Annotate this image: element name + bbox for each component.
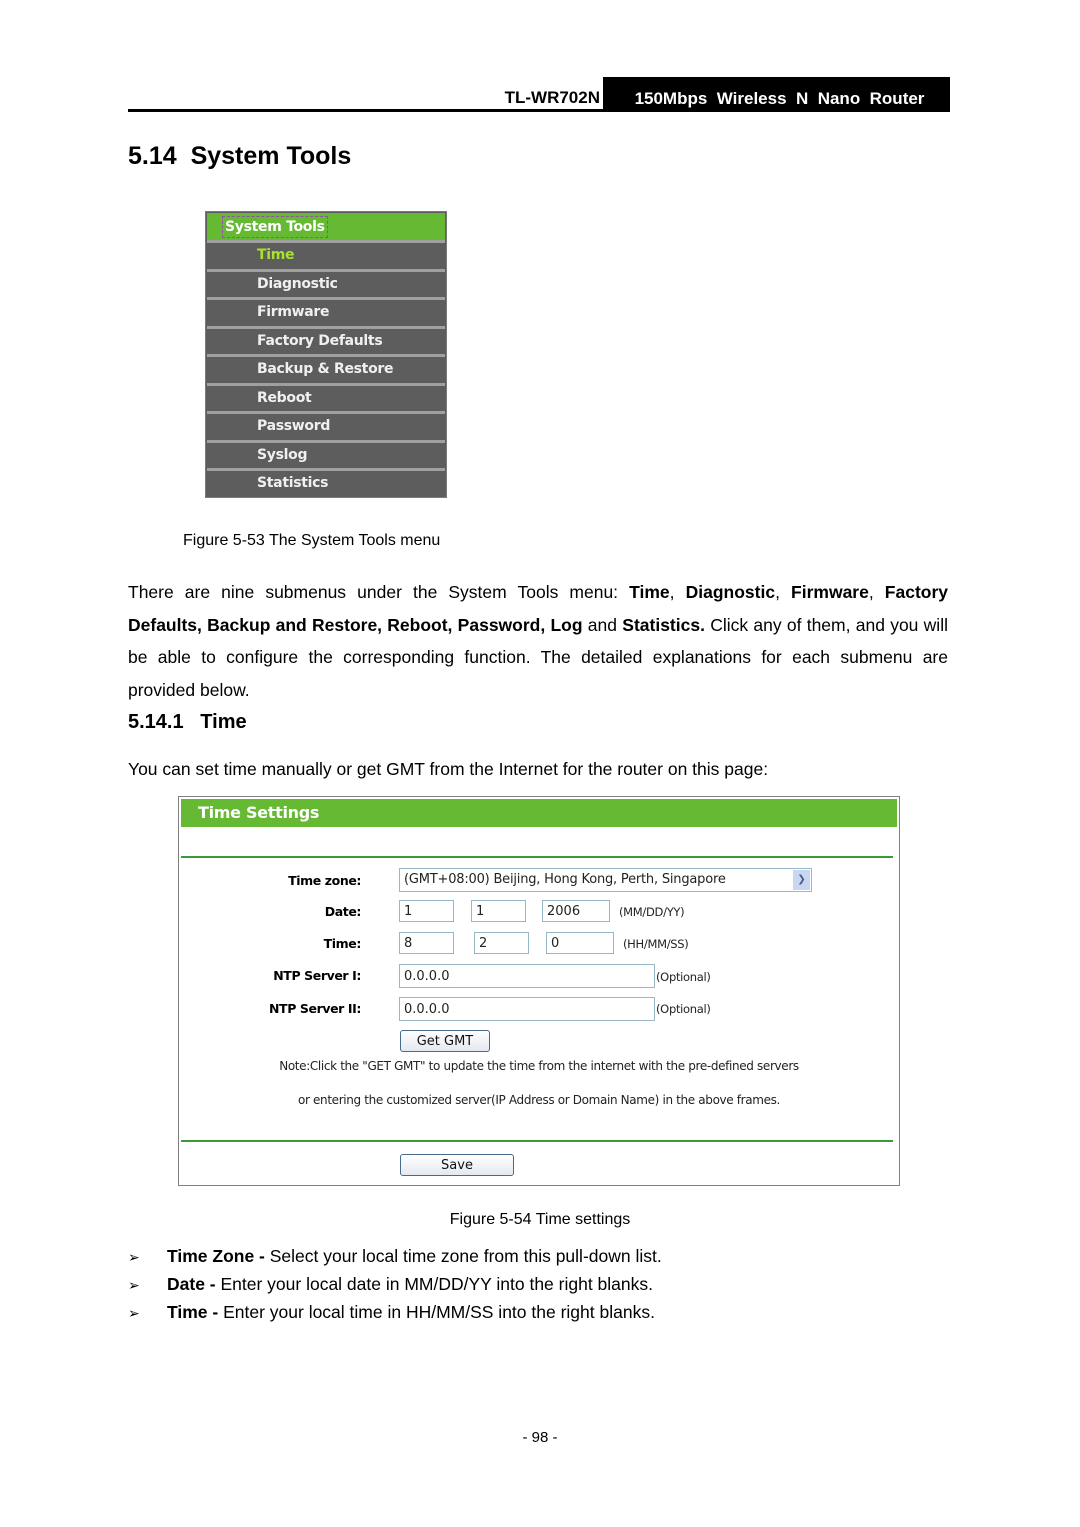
intro-term: Time bbox=[629, 582, 670, 602]
intro-text: There are nine submenus under the System… bbox=[128, 582, 630, 602]
date-day-input[interactable] bbox=[471, 900, 526, 922]
panel-divider-top bbox=[181, 856, 893, 858]
panel-divider-bottom bbox=[181, 1140, 893, 1142]
bullet-term: Time Zone - bbox=[167, 1246, 270, 1266]
menu-item-firmware[interactable]: Firmware bbox=[207, 297, 445, 326]
time-zone-value: (GMT+08:00) Beijing, Hong Kong, Perth, S… bbox=[404, 872, 726, 887]
intro-term: Diagnostic bbox=[685, 582, 776, 602]
ntp-server-2-optional: (Optional) bbox=[656, 1002, 711, 1016]
date-year-input[interactable] bbox=[542, 900, 610, 922]
header-model: TL-WR702N bbox=[504, 88, 600, 107]
time-zone-label: Time zone: bbox=[288, 873, 361, 888]
bullet-time-zone: ➢ Time Zone - Select your local time zone… bbox=[128, 1246, 662, 1267]
section-number: 5.14 bbox=[128, 142, 177, 170]
time-minute-input[interactable] bbox=[474, 932, 529, 954]
chevron-down-icon[interactable]: ❯ bbox=[793, 870, 810, 890]
menu-item-statistics[interactable]: Statistics bbox=[207, 468, 445, 497]
section-title: System Tools bbox=[190, 142, 352, 170]
intro-text: , bbox=[868, 582, 885, 602]
menu-item-reboot[interactable]: Reboot bbox=[207, 383, 445, 412]
ntp-server-2-input[interactable] bbox=[399, 997, 655, 1021]
subsection-title: Time bbox=[200, 711, 247, 733]
panel-title: Time Settings bbox=[181, 799, 897, 827]
time-intro: You can set time manually or get GMT fro… bbox=[128, 759, 769, 779]
bullet-term: Date - bbox=[167, 1274, 221, 1294]
menu-item-backup-restore[interactable]: Backup & Restore bbox=[207, 354, 445, 383]
bullet-date: ➢ Date - Enter your local date in MM/DD/Y… bbox=[128, 1274, 653, 1295]
ntp-server-1-input[interactable] bbox=[399, 964, 655, 988]
note-line-2: or entering the customized server(IP Add… bbox=[297, 1093, 781, 1107]
menu-item-factory-defaults[interactable]: Factory Defaults bbox=[207, 326, 445, 355]
time-format-hint: (HH/MM/SS) bbox=[623, 937, 689, 951]
intro-term: Statistics. bbox=[622, 614, 705, 635]
menu-header[interactable]: System Tools bbox=[207, 213, 445, 241]
arrow-bullet-icon: ➢ bbox=[128, 1249, 140, 1265]
time-second-input[interactable] bbox=[546, 932, 614, 954]
bullet-text: Select your local time zone from this pu… bbox=[269, 1246, 662, 1266]
date-format-hint: (MM/DD/YY) bbox=[619, 905, 685, 919]
intro-paragraph: There are nine submenus under the System… bbox=[128, 576, 948, 706]
menu-item-password[interactable]: Password bbox=[207, 411, 445, 440]
date-month-input[interactable] bbox=[399, 900, 454, 922]
header-product: 150Mbps Wireless N Nano Router bbox=[603, 77, 950, 111]
time-hour-input[interactable] bbox=[399, 932, 454, 954]
arrow-bullet-icon: ➢ bbox=[128, 1305, 140, 1321]
figure-54-caption: Figure 5-54 Time settings bbox=[449, 1211, 631, 1228]
header-product-label: 150Mbps Wireless N Nano Router bbox=[634, 89, 925, 108]
ntp-server-2-label: NTP Server II: bbox=[269, 1001, 361, 1016]
time-zone-select[interactable]: (GMT+08:00) Beijing, Hong Kong, Perth, S… bbox=[399, 868, 812, 892]
ntp-server-1-optional: (Optional) bbox=[656, 970, 711, 984]
subsection-heading: 5.14.1 Time bbox=[128, 711, 247, 734]
menu-item-syslog[interactable]: Syslog bbox=[207, 440, 445, 469]
bullet-text: Enter your local time in HH/MM/SS into t… bbox=[223, 1302, 655, 1322]
menu-header-label: System Tools bbox=[222, 216, 328, 238]
date-label: Date: bbox=[324, 904, 362, 919]
subsection-number: 5.14.1 bbox=[128, 711, 184, 733]
bullet-text: Enter your local date in MM/DD/YY into t… bbox=[220, 1274, 654, 1294]
intro-term: Firmware bbox=[791, 582, 869, 602]
time-settings-panel: Time Settings Time zone: (GMT+08:00) Bei… bbox=[178, 796, 900, 1186]
time-label: Time: bbox=[323, 936, 362, 951]
bullet-term: Time - bbox=[167, 1302, 224, 1322]
bullet-time: ➢ Time - Enter your local time in HH/MM/S… bbox=[128, 1302, 655, 1323]
menu-item-time[interactable]: Time bbox=[207, 240, 445, 269]
section-heading: 5.14 System Tools bbox=[128, 142, 351, 171]
intro-text: , bbox=[775, 582, 792, 602]
get-gmt-button[interactable]: Get GMT bbox=[400, 1030, 490, 1052]
intro-text: , bbox=[669, 582, 686, 602]
save-button[interactable]: Save bbox=[400, 1154, 514, 1176]
figure-53-caption: Figure 5-53 The System Tools menu bbox=[183, 532, 441, 549]
header-rule bbox=[128, 109, 950, 112]
page-number: - 98 - bbox=[522, 1429, 558, 1446]
ntp-server-1-label: NTP Server I: bbox=[273, 968, 361, 983]
arrow-bullet-icon: ➢ bbox=[128, 1277, 140, 1293]
note-line-1: Note:Click the "GET GMT" to update the t… bbox=[279, 1059, 799, 1073]
system-tools-menu: System Tools Time Diagnostic Firmware Fa… bbox=[205, 211, 447, 498]
intro-text: and bbox=[582, 614, 623, 635]
menu-item-diagnostic[interactable]: Diagnostic bbox=[207, 269, 445, 298]
